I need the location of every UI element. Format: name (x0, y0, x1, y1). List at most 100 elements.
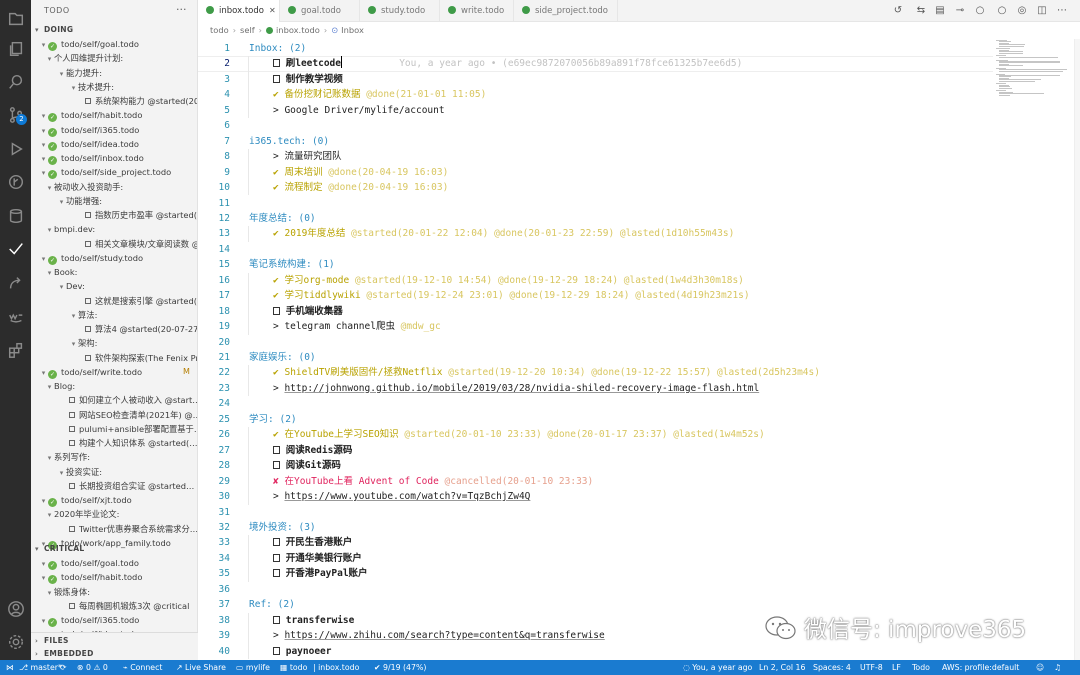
tree-group[interactable]: ▾ 系列写作: (31, 450, 197, 464)
live-share-button[interactable]: ↗ Live Share (176, 660, 226, 675)
tab-side-project[interactable]: side_project.todo (514, 0, 618, 22)
git-graph-icon[interactable] (6, 172, 25, 191)
code-line[interactable]: ✔ ShieldTV刷美版固件/拯救Netflix @started(19-12… (273, 365, 820, 380)
tree-file[interactable]: ▾ ✓ todo/self/write.todo M (31, 365, 197, 379)
search-icon[interactable] (6, 72, 25, 91)
code-editor[interactable]: 1 2 3 4 5 6 7 8 9 10 11 12 13 14 15 16 17 18 19 20 21 22 23 24 2… (198, 39, 1080, 660)
code-line[interactable]: ✔ 备份挖财记账数据 @done(21-01-01 11:05) (273, 87, 486, 102)
code-line[interactable]: 刷leetcode You, a year ago • (e69ec987207… (273, 56, 742, 71)
code-line[interactable]: 阅读Redis源码 (273, 443, 352, 458)
todo-check-icon[interactable] (6, 239, 25, 258)
tree-group[interactable]: ▾ 能力提升: (31, 66, 197, 80)
compare-icon[interactable]: ◎ (1016, 5, 1028, 17)
editor-scrollbar[interactable] (1074, 39, 1080, 660)
tree-file[interactable]: ▾ ✓ todo/self/habit.todo (31, 570, 197, 585)
tree-file[interactable]: ▾ ✓ todo/self/goal.todo (31, 556, 197, 570)
section-critical[interactable]: ▾ CRITICAL (31, 542, 197, 555)
tab-study[interactable]: study.todo (360, 0, 440, 22)
code-line[interactable]: > telegram channel爬虫 @mdw_gc (273, 319, 441, 334)
aws-profile[interactable]: AWS: profile:default (942, 660, 1019, 675)
code-line[interactable]: ✔ 周末培训 @done(20-04-19 16:03) (273, 165, 448, 180)
tree-file[interactable]: ▾ ✓ todo/self/xjt.todo (31, 493, 197, 507)
tree-group[interactable]: ▾ 2020年毕业论文: (31, 507, 197, 521)
todo-progress[interactable]: ✔ 9/19 (47%) (374, 660, 426, 675)
code-line[interactable]: ✔ 流程制定 @done(20-04-19 16:03) (273, 180, 448, 195)
indentation[interactable]: Spaces: 4 (813, 660, 851, 675)
code-line[interactable]: 阅读Git源码 (273, 458, 341, 473)
tree-group[interactable]: ▾ 个人四维提升计划: (31, 51, 197, 65)
end-of-line[interactable]: LF (892, 660, 901, 675)
code-line[interactable]: > https://www.youtube.com/watch?v=TqzBch… (273, 489, 530, 504)
section-embedded[interactable]: › EMBEDDED (31, 647, 198, 660)
code-line[interactable]: i365.tech: (0) (249, 134, 329, 149)
code-line[interactable]: 学习: (2) (249, 412, 297, 427)
tree-item[interactable]: 如何建立个人被动收入 @start… (31, 393, 197, 407)
code-line[interactable]: 开民生香港账户 (273, 535, 352, 550)
split-editor-icon[interactable]: ◫ (1036, 5, 1048, 17)
tree-group[interactable]: ▾ Dev: (31, 279, 197, 293)
tab-goal[interactable]: goal.todo (280, 0, 360, 22)
notifications-bell-icon[interactable]: ♫ (1054, 660, 1061, 675)
code-line[interactable]: ✔ 2019年度总结 @started(20-01-22 12:04) @don… (273, 226, 734, 241)
tree-item[interactable]: 长期投资组合实证 @started… (31, 479, 197, 493)
file-indicator[interactable]: | inbox.todo (313, 660, 359, 675)
tree-file[interactable]: ▾ ✓ todo/self/i365.todo (31, 123, 197, 137)
remote-icon[interactable] (6, 273, 25, 292)
database-icon[interactable] (6, 206, 25, 225)
breadcrumb-self[interactable]: self (240, 25, 255, 35)
account-icon[interactable] (6, 599, 25, 618)
settings-gear-icon[interactable] (6, 632, 25, 651)
code-line[interactable]: ✔ 学习org-mode @started(19-12-10 14:54) @d… (273, 273, 744, 288)
section-files[interactable]: › FILES (31, 634, 198, 647)
breadcrumb-todo[interactable]: todo (210, 25, 229, 35)
todo-indicator[interactable]: ▦ todo (280, 660, 307, 675)
history-icon[interactable]: ↺ (892, 5, 904, 17)
more-actions-icon[interactable]: ··· (176, 3, 187, 16)
code-line[interactable]: > http://johnwong.github.io/mobile/2019/… (273, 381, 759, 396)
previous-change-icon[interactable]: ○ (974, 5, 986, 17)
tree-file[interactable]: ▾✓ todo/self/idea.todo (31, 137, 197, 151)
tree-item[interactable]: 这就是搜索引擎 @started(2… (31, 294, 197, 308)
extensions-icon[interactable] (6, 340, 25, 359)
tree-group[interactable]: ▾ 被动收入投资助手: (31, 180, 197, 194)
tree-group[interactable]: ▾ 架构: (31, 336, 197, 350)
code-line[interactable]: Ref: (2) (249, 597, 295, 612)
code-line[interactable]: 开通华美银行账户 (273, 551, 362, 566)
code-line[interactable]: 家庭娱乐: (0) (249, 350, 316, 365)
code-line[interactable]: transferwise (273, 613, 354, 628)
section-doing[interactable]: ▾ DOING (31, 23, 197, 36)
tab-inbox[interactable]: inbox.todo ✕ (198, 0, 280, 22)
git-blame-indicator[interactable]: ◌ You, a year ago (683, 660, 752, 675)
code-line[interactable]: ✘ 在YouTube上看 Advent of Code @cancelled(2… (273, 474, 593, 489)
code-line[interactable]: 开香港PayPal账户 (273, 566, 368, 581)
git-commit-icon[interactable]: ⊸ (954, 5, 966, 17)
tree-file[interactable]: ▾ ✓ todo/self/study.todo (31, 251, 197, 265)
tab-write[interactable]: write.todo (440, 0, 514, 22)
code-line[interactable]: Inbox: (2) (249, 41, 306, 56)
tree-file[interactable]: ▾ ✓ todo/self/habit.todo (31, 108, 197, 123)
tree-group[interactable]: ▾ 投资实证: (31, 465, 197, 479)
cursor-position[interactable]: Ln 2, Col 16 (759, 660, 805, 675)
tree-item[interactable]: 网站SEO检查清单(2021年) @… (31, 408, 197, 422)
code-line[interactable]: 制作教学视频 (273, 72, 343, 87)
breadcrumb-file[interactable]: inbox.todo (276, 25, 320, 35)
tree-item[interactable]: 相关文章模块/文章阅读数 @st… (31, 237, 197, 251)
workspace-mylife[interactable]: ▭ mylife (236, 660, 270, 675)
tree-item[interactable]: 每周椭圆机锻炼3次 @critical (31, 599, 197, 613)
tree-item[interactable]: Twitter优惠券聚合系统需求分… (31, 522, 197, 536)
tree-group[interactable]: ▾ 功能增强: (31, 194, 197, 208)
explorer-icon[interactable] (6, 9, 25, 28)
feedback-icon[interactable]: ☺ (1036, 660, 1044, 675)
files-icon[interactable] (6, 39, 25, 58)
tree-item[interactable]: 算法4 @started(20-07-27… (31, 322, 197, 336)
remote-indicator-icon[interactable]: ⋈ (6, 660, 14, 675)
tree-item[interactable]: 指数历史市盈率 @started(2… (31, 208, 197, 222)
problems-indicator[interactable]: ⊗ 0 ⚠ 0 (77, 660, 108, 675)
connect-button[interactable]: ⌁ Connect (123, 660, 162, 675)
tree-group[interactable]: ▾ 技术提升: (31, 80, 197, 94)
run-debug-icon[interactable] (6, 139, 25, 158)
next-change-icon[interactable]: ○ (996, 5, 1008, 17)
tree-group[interactable]: ▾ 锻炼身体: (31, 585, 197, 599)
code-line[interactable]: > https://www.zhihu.com/search?type=cont… (273, 628, 605, 643)
code-line[interactable]: > 流量研究团队 (273, 149, 341, 164)
